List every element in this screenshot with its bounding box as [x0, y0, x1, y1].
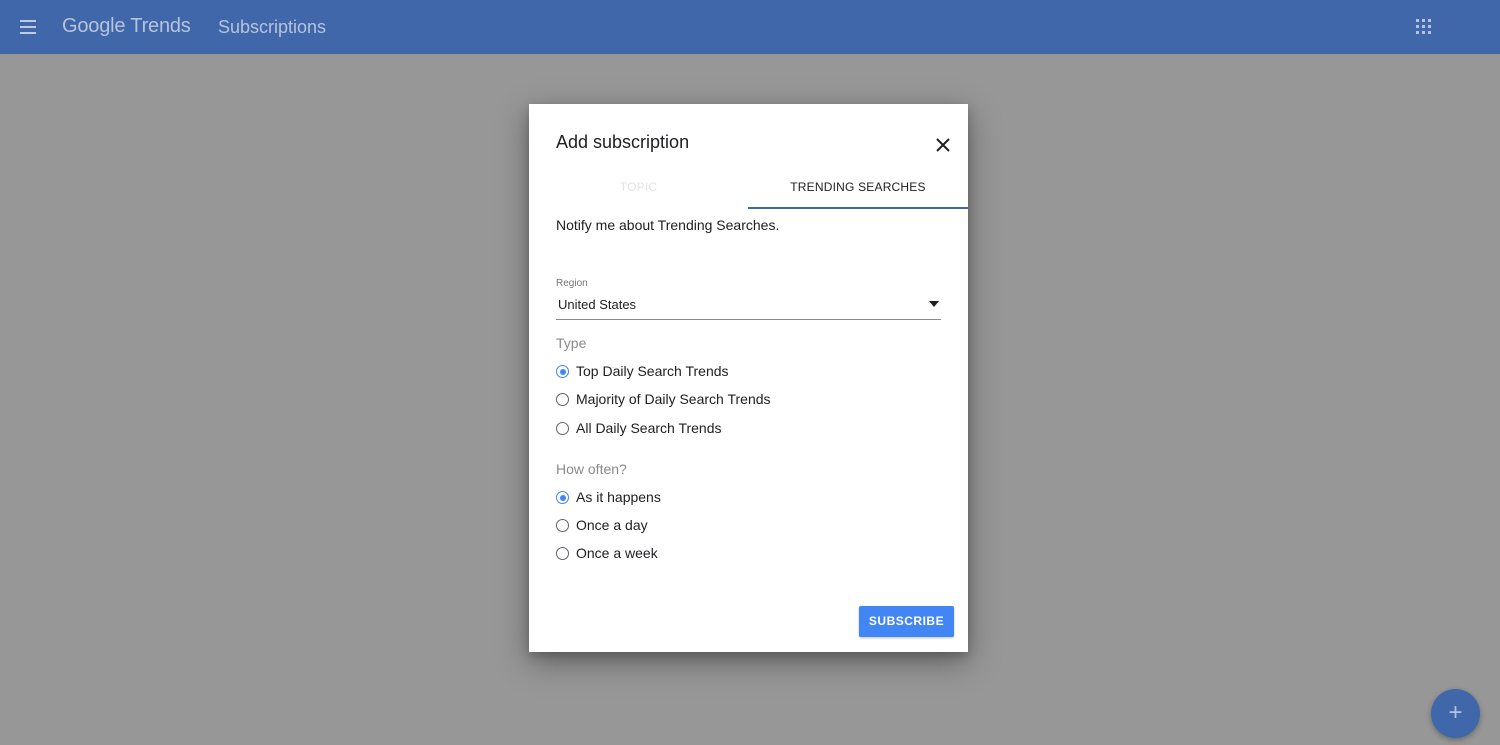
page-title: Subscriptions: [218, 17, 327, 37]
subscribe-button[interactable]: SUBSCRIBE: [859, 606, 954, 637]
google-trends-logo[interactable]: Google Trends: [62, 15, 191, 38]
frequency-option-label: Once a day: [576, 517, 648, 533]
app-bar: Google Trends Subscriptions: [0, 0, 1500, 54]
region-value: United States: [558, 297, 637, 312]
region-select[interactable]: United States: [556, 295, 941, 320]
add-subscription-dialog: Add subscription TOPIC TRENDING SEARCHES…: [529, 104, 968, 652]
tab-trending-searches[interactable]: TRENDING SEARCHES: [748, 166, 968, 209]
active-tab-indicator: [748, 207, 968, 209]
type-option-label: Top Daily Search Trends: [576, 363, 729, 379]
logo-google-text: Google: [62, 15, 126, 37]
tab-topic-label: TOPIC: [619, 180, 658, 194]
frequency-option-label: Once a week: [576, 545, 658, 561]
radio-unchecked-icon[interactable]: [556, 547, 569, 560]
dialog-description: Notify me about Trending Searches.: [556, 217, 780, 233]
logo-trends-text: Trends: [130, 15, 191, 37]
radio-unchecked-icon[interactable]: [556, 519, 569, 532]
tab-topic[interactable]: TOPIC: [529, 166, 748, 208]
region-label: Region: [556, 278, 588, 289]
add-subscription-fab[interactable]: +: [1431, 689, 1480, 738]
page: Google Trends Subscriptions + Add subscr…: [0, 0, 1500, 745]
type-label: Type: [556, 335, 587, 351]
type-option-label: All Daily Search Trends: [576, 420, 722, 436]
dialog-title: Add subscription: [556, 132, 690, 152]
plus-icon: +: [1448, 699, 1463, 726]
radio-checked-icon[interactable]: [556, 491, 569, 504]
frequency-label: How often?: [556, 461, 627, 477]
close-icon[interactable]: [933, 135, 953, 155]
tab-bar: TOPIC TRENDING SEARCHES: [529, 166, 968, 209]
frequency-option-label: As it happens: [576, 489, 661, 505]
apps-grid-icon[interactable]: [1416, 19, 1432, 35]
radio-unchecked-icon[interactable]: [556, 422, 569, 435]
tab-trending-searches-label: TRENDING SEARCHES: [790, 180, 926, 194]
dropdown-arrow-icon: [929, 301, 939, 307]
radio-checked-icon[interactable]: [556, 365, 569, 378]
menu-icon[interactable]: [18, 17, 38, 37]
radio-unchecked-icon[interactable]: [556, 393, 569, 406]
type-option-label: Majority of Daily Search Trends: [576, 391, 771, 407]
